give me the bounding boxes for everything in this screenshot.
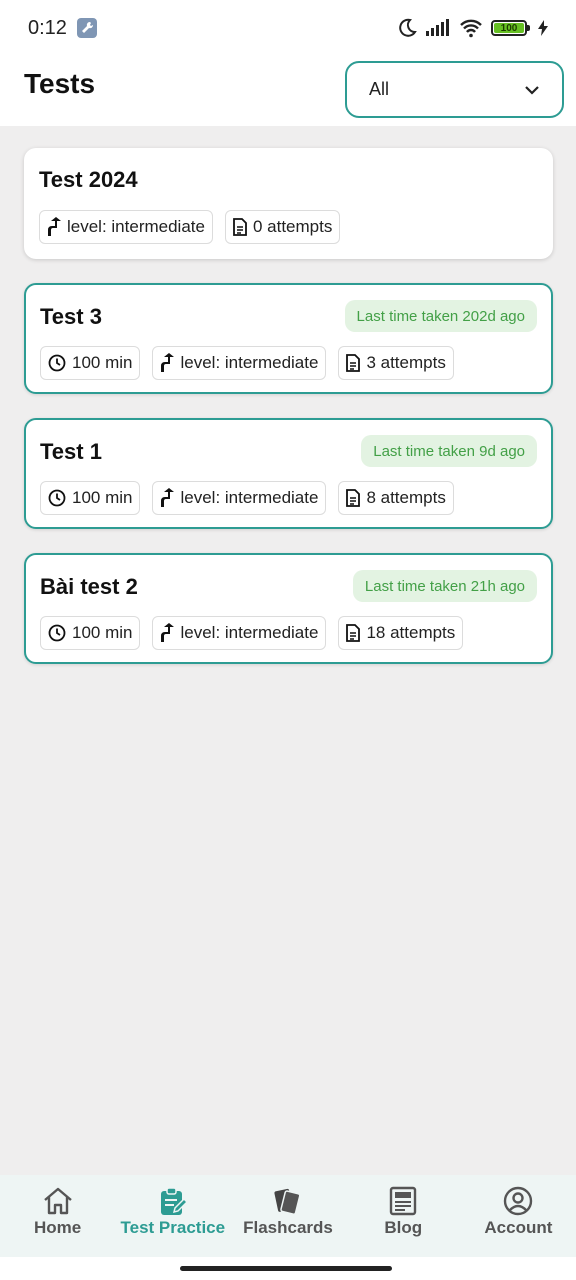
chevron-down-icon — [525, 85, 539, 95]
nav-item-test-practice[interactable]: Test Practice — [115, 1175, 230, 1257]
test-card[interactable]: Test 1 Last time taken 9d ago 100 min le… — [24, 418, 553, 529]
nav-item-blog[interactable]: Blog — [346, 1175, 461, 1257]
battery-icon: 100 — [491, 20, 530, 36]
test-title: Test 2024 — [39, 167, 138, 192]
nav-label: Test Practice — [120, 1218, 226, 1237]
test-meta: level: intermediate 0 attempts — [39, 210, 341, 244]
duration-chip: 100 min — [40, 616, 141, 650]
clock-icon — [48, 624, 66, 642]
filter-selected-value: All — [369, 79, 390, 99]
cards-icon — [274, 1188, 301, 1215]
home-indicator[interactable] — [180, 1266, 392, 1271]
moon-icon — [399, 18, 417, 37]
account-circle-icon — [504, 1186, 533, 1216]
bottom-nav: Home Test Practice Flashcards Blog Accou… — [0, 1175, 576, 1257]
clipboard-edit-icon — [160, 1187, 188, 1215]
home-icon — [43, 1187, 72, 1215]
nav-item-account[interactable]: Account — [461, 1175, 576, 1257]
level-chip: level: intermediate — [152, 481, 327, 515]
duration-label: 100 min — [72, 353, 133, 372]
level-chip: level: intermediate — [39, 210, 213, 244]
nav-label: Home — [33, 1218, 82, 1237]
charging-icon — [538, 20, 548, 36]
level-label: level: intermediate — [180, 623, 319, 642]
document-icon — [346, 354, 361, 372]
document-icon — [346, 489, 361, 507]
signal-icon — [426, 19, 449, 36]
status-right: 100 — [397, 18, 548, 38]
wifi-icon — [460, 19, 482, 38]
nav-item-flashcards[interactable]: Flashcards — [230, 1175, 345, 1257]
attempts-chip: 0 attempts — [224, 210, 341, 244]
attempts-chip: 8 attempts — [338, 481, 454, 515]
document-icon — [346, 624, 361, 642]
newspaper-icon — [390, 1186, 417, 1216]
attempts-chip: 3 attempts — [338, 346, 454, 380]
status-bar: 0:12 100 — [0, 0, 576, 56]
level-chip: level: intermediate — [152, 346, 327, 380]
test-title: Bài test 2 — [40, 574, 138, 599]
clock-icon — [48, 354, 66, 372]
trending-up-icon — [48, 217, 61, 236]
duration-chip: 100 min — [40, 481, 141, 515]
trending-up-icon — [161, 353, 175, 372]
attempts-label: 18 attempts — [366, 623, 456, 642]
test-meta: 100 min level: intermediate 18 attempts — [40, 616, 464, 650]
clock-icon — [48, 489, 66, 507]
nav-label: Flashcards — [243, 1218, 333, 1237]
trending-up-icon — [161, 488, 175, 507]
test-card[interactable]: Bài test 2 Last time taken 21h ago 100 m… — [24, 553, 553, 664]
filter-dropdown[interactable]: All — [345, 61, 564, 118]
app-header: Tests All — [0, 56, 576, 126]
level-label: level: intermediate — [180, 488, 319, 507]
attempts-label: 8 attempts — [366, 488, 446, 507]
status-time: 0:12 — [28, 16, 67, 39]
nav-item-home[interactable]: Home — [0, 1175, 115, 1257]
page-title: Tests — [24, 68, 96, 99]
battery-level: 100 — [494, 23, 524, 34]
test-meta: 100 min level: intermediate 8 attempts — [40, 481, 454, 515]
nav-label: Account — [484, 1218, 553, 1237]
level-label: level: intermediate — [67, 217, 205, 236]
nav-label: Blog — [384, 1218, 423, 1237]
trending-up-icon — [161, 623, 175, 642]
duration-chip: 100 min — [40, 346, 141, 380]
duration-label: 100 min — [72, 488, 133, 507]
last-taken-badge: Last time taken 9d ago — [361, 435, 537, 467]
last-taken-badge: Last time taken 21h ago — [352, 570, 537, 602]
test-title: Test 3 — [40, 304, 102, 329]
test-meta: 100 min level: intermediate 3 attempts — [40, 346, 454, 380]
level-label: level: intermediate — [180, 353, 319, 372]
attempts-chip: 18 attempts — [338, 616, 464, 650]
test-title: Test 1 — [40, 439, 102, 464]
attempts-label: 3 attempts — [366, 353, 446, 372]
level-chip: level: intermediate — [152, 616, 327, 650]
duration-label: 100 min — [72, 623, 133, 642]
wrench-icon — [76, 18, 97, 38]
test-card[interactable]: Test 3 Last time taken 202d ago 100 min … — [24, 283, 553, 394]
document-icon — [233, 218, 247, 236]
status-left: 0:12 — [28, 17, 97, 40]
attempts-label: 0 attempts — [252, 217, 333, 236]
last-taken-badge: Last time taken 202d ago — [344, 300, 537, 332]
test-card[interactable]: Test 2024 level: intermediate 0 attempts — [24, 148, 553, 259]
